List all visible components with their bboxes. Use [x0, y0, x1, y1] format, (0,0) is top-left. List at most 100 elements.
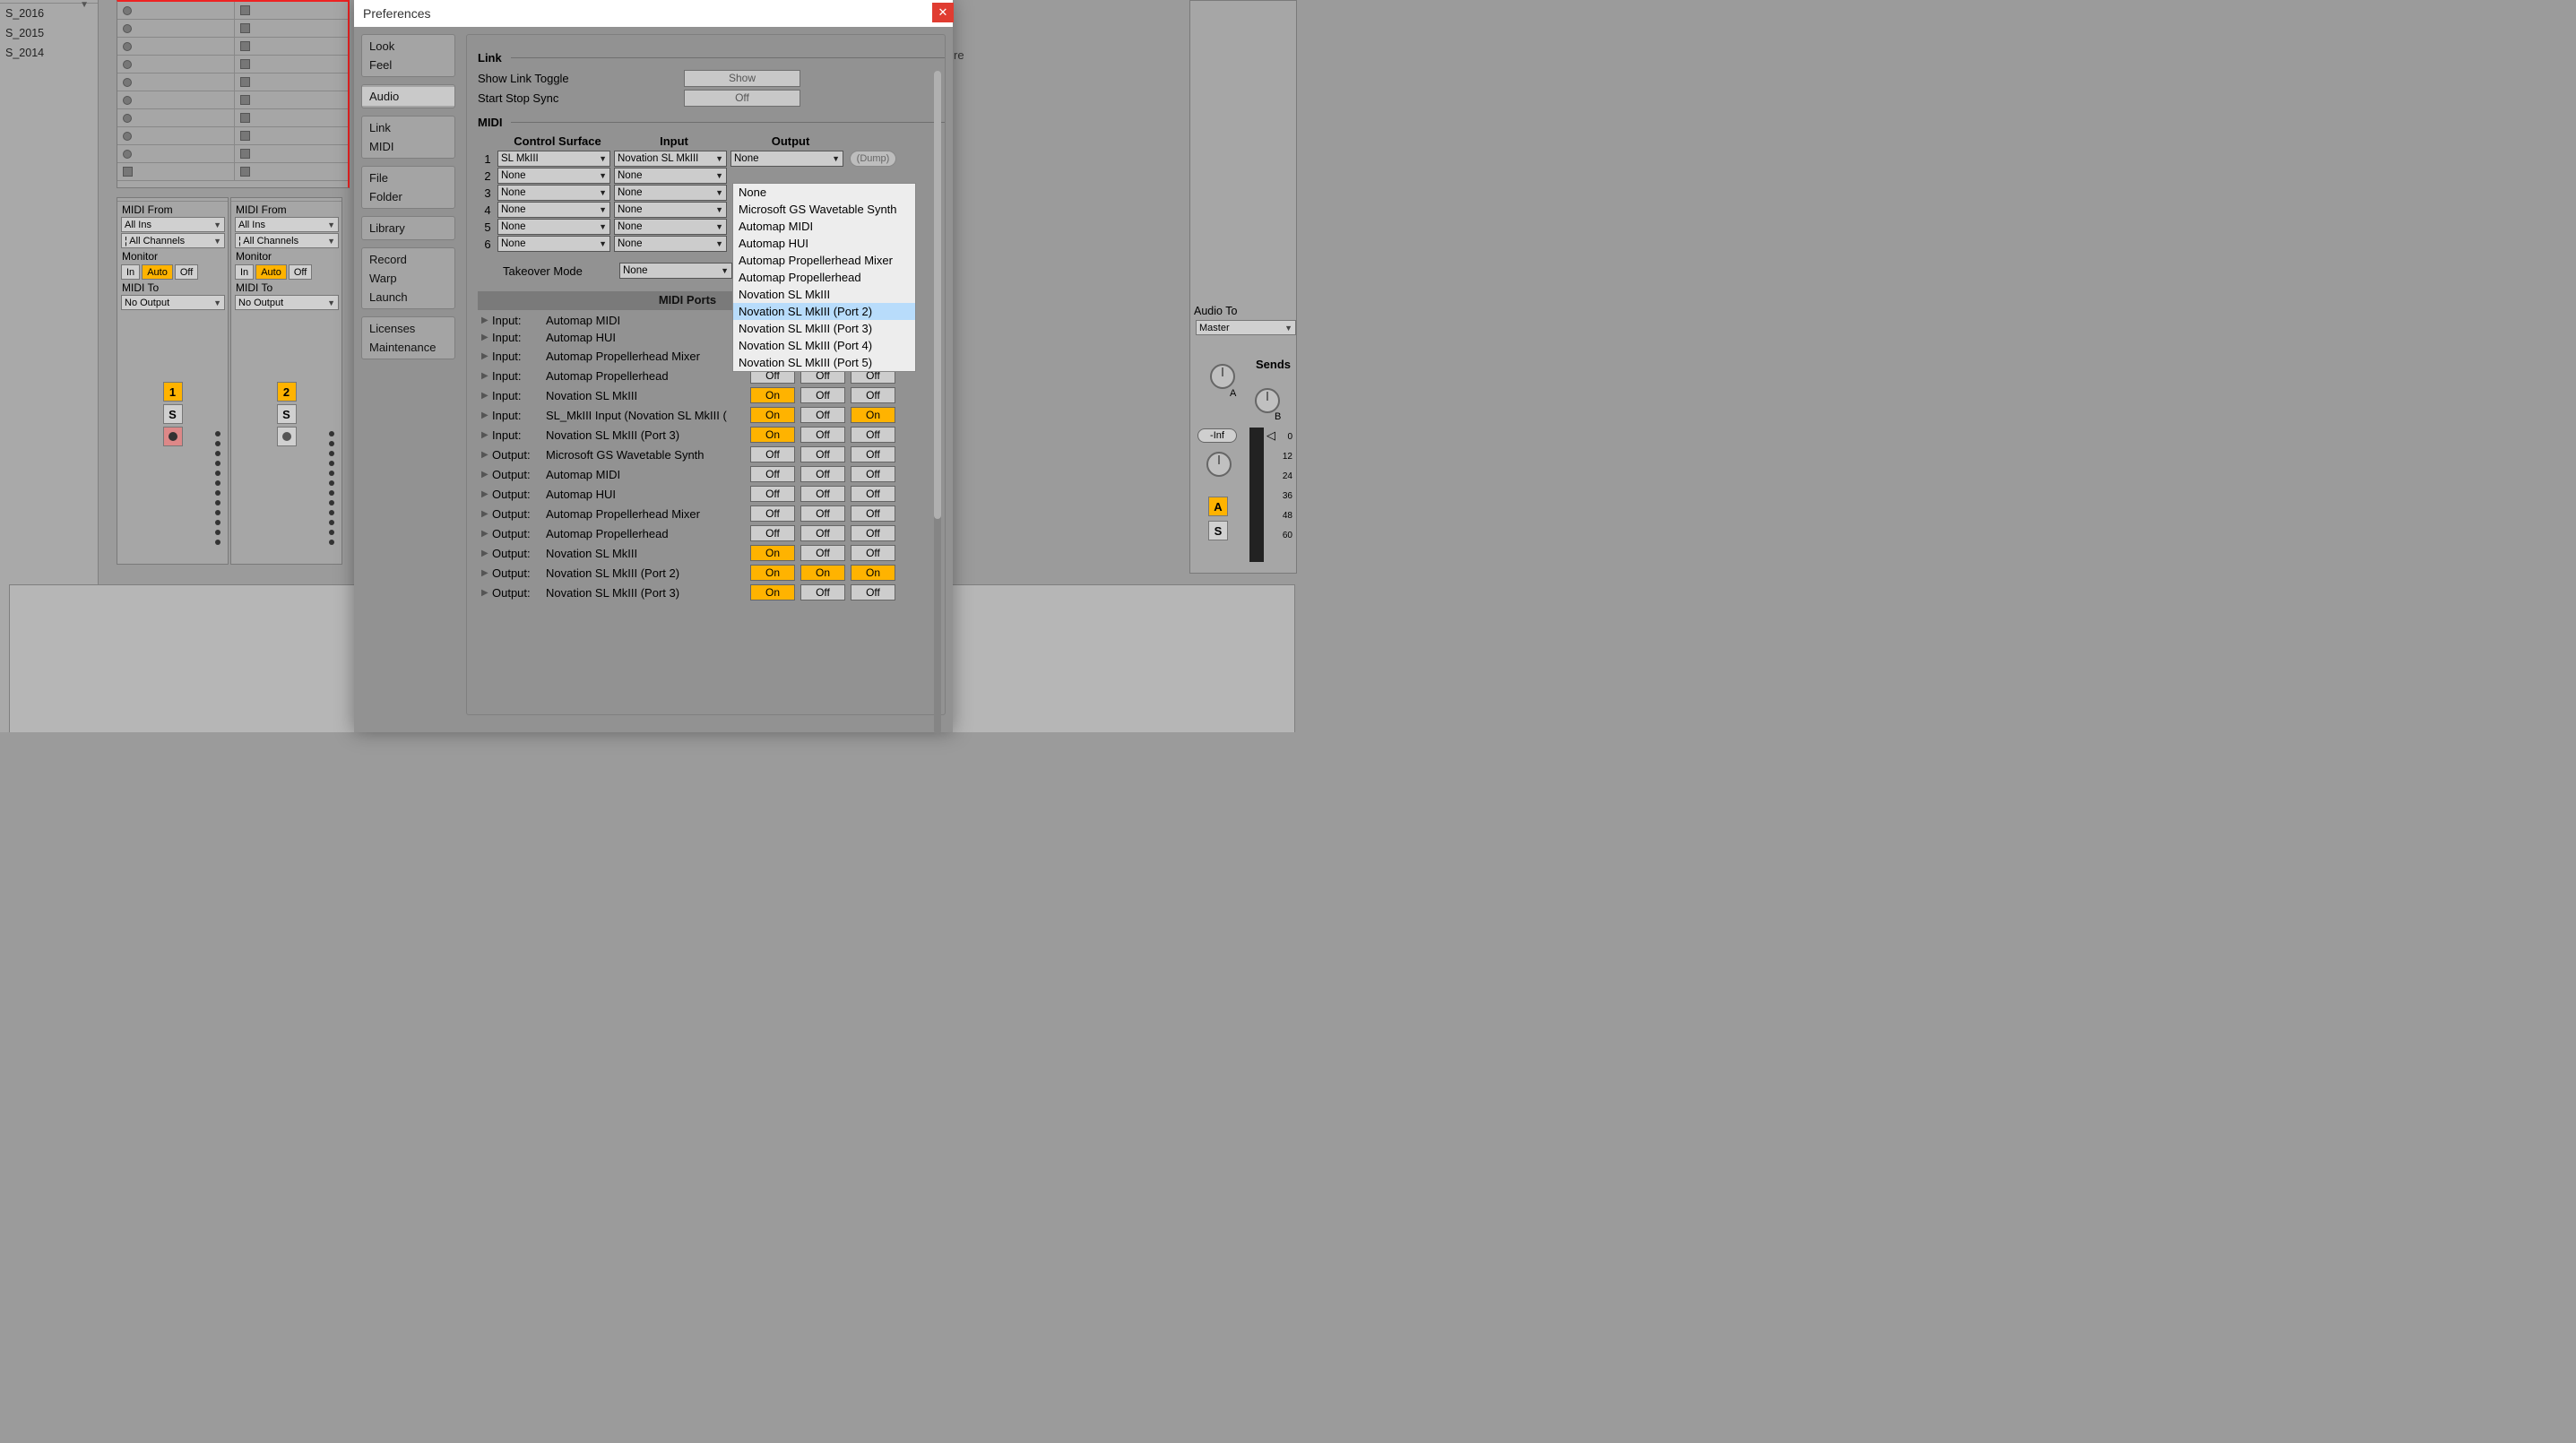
- control-surface-select[interactable]: SL MkIII▼: [497, 151, 610, 167]
- clip-play-icon[interactable]: [123, 24, 132, 33]
- port-toggle[interactable]: Off: [800, 407, 845, 423]
- expand-icon[interactable]: ▶: [478, 588, 492, 598]
- port-toggle[interactable]: Off: [851, 446, 895, 462]
- expand-icon[interactable]: ▶: [478, 509, 492, 519]
- prefs-tab-launch[interactable]: Launch: [362, 288, 454, 307]
- port-toggle[interactable]: Off: [800, 525, 845, 541]
- prefs-tab-warp[interactable]: Warp: [362, 269, 454, 288]
- arm-button[interactable]: [163, 427, 183, 446]
- port-toggle[interactable]: On: [750, 565, 795, 581]
- port-toggle[interactable]: Off: [800, 505, 845, 522]
- track-activator-button[interactable]: 1: [163, 382, 183, 402]
- midi-input-select[interactable]: All Ins▼: [235, 217, 339, 232]
- control-surface-select[interactable]: None▼: [497, 236, 610, 252]
- port-toggle[interactable]: Off: [851, 466, 895, 482]
- port-toggle[interactable]: Off: [750, 505, 795, 522]
- midi-channel-select[interactable]: ¦ All Channels▼: [121, 233, 225, 248]
- prefs-tab-midi[interactable]: MIDI: [362, 137, 454, 156]
- cs-input-select[interactable]: None▼: [614, 202, 727, 218]
- dropdown-option[interactable]: Microsoft GS Wavetable Synth: [733, 201, 915, 218]
- clip-play-icon[interactable]: [123, 114, 132, 123]
- expand-icon[interactable]: ▶: [478, 391, 492, 401]
- clip-stop-icon[interactable]: [240, 167, 250, 177]
- expand-icon[interactable]: ▶: [478, 568, 492, 578]
- peak-level-display[interactable]: -Inf: [1197, 428, 1237, 443]
- control-surface-select[interactable]: None▼: [497, 202, 610, 218]
- scrollbar-thumb[interactable]: [934, 71, 941, 519]
- track-activator-button[interactable]: 2: [277, 382, 297, 402]
- port-toggle[interactable]: Off: [800, 466, 845, 482]
- solo-button[interactable]: S: [163, 404, 183, 424]
- close-button[interactable]: ✕: [932, 3, 954, 22]
- port-toggle[interactable]: Off: [750, 486, 795, 502]
- clip-play-icon[interactable]: [123, 60, 132, 69]
- port-toggle[interactable]: Off: [851, 427, 895, 443]
- solo-button[interactable]: S: [1208, 521, 1228, 540]
- dropdown-option[interactable]: None: [733, 184, 915, 201]
- port-toggle[interactable]: Off: [800, 486, 845, 502]
- dropdown-option[interactable]: Novation SL MkIII (Port 3): [733, 320, 915, 337]
- dropdown-option[interactable]: Automap Propellerhead Mixer: [733, 252, 915, 269]
- expand-icon[interactable]: ▶: [478, 430, 492, 440]
- port-toggle[interactable]: Off: [851, 584, 895, 601]
- port-toggle[interactable]: On: [750, 584, 795, 601]
- prefs-tab-licenses[interactable]: Licenses: [362, 319, 454, 338]
- expand-icon[interactable]: ▶: [478, 470, 492, 480]
- dropdown-option[interactable]: Novation SL MkIII (Port 4): [733, 337, 915, 354]
- clip-stop-icon[interactable]: [123, 167, 133, 177]
- clip-stop-icon[interactable]: [240, 23, 250, 33]
- clip-play-icon[interactable]: [123, 96, 132, 105]
- audio-output-select[interactable]: Master▼: [1196, 320, 1296, 335]
- dropdown-option[interactable]: Automap Propellerhead: [733, 269, 915, 286]
- port-toggle[interactable]: Off: [851, 505, 895, 522]
- prefs-tab-file[interactable]: File: [362, 168, 454, 187]
- clip-play-icon[interactable]: [123, 150, 132, 159]
- clip-stop-icon[interactable]: [240, 131, 250, 141]
- output-dropdown-menu[interactable]: NoneMicrosoft GS Wavetable Synth Automap …: [732, 183, 916, 372]
- clip-stop-icon[interactable]: [240, 95, 250, 105]
- show-link-toggle-button[interactable]: Show: [684, 70, 800, 87]
- clip-play-icon[interactable]: [123, 42, 132, 51]
- arm-button[interactable]: [277, 427, 297, 446]
- expand-icon[interactable]: ▶: [478, 529, 492, 539]
- cs-input-select[interactable]: Novation SL MkIII▼: [614, 151, 727, 167]
- clip-play-icon[interactable]: [123, 132, 132, 141]
- expand-icon[interactable]: ▶: [478, 450, 492, 460]
- pan-knob[interactable]: [1206, 452, 1232, 477]
- port-toggle[interactable]: Off: [750, 466, 795, 482]
- dump-button[interactable]: (Dump): [850, 151, 896, 167]
- clip-stop-icon[interactable]: [240, 149, 250, 159]
- control-surface-select[interactable]: None▼: [497, 185, 610, 201]
- control-surface-select[interactable]: None▼: [497, 168, 610, 184]
- port-toggle[interactable]: Off: [800, 545, 845, 561]
- port-toggle[interactable]: On: [851, 565, 895, 581]
- expand-icon[interactable]: ▶: [478, 351, 492, 361]
- browser-folder[interactable]: S_2014: [0, 43, 98, 63]
- port-toggle[interactable]: Off: [851, 545, 895, 561]
- port-toggle[interactable]: On: [750, 545, 795, 561]
- prefs-tab-maintenance[interactable]: Maintenance: [362, 338, 454, 357]
- cs-input-select[interactable]: None▼: [614, 236, 727, 252]
- prefs-tab-library[interactable]: Library: [362, 219, 454, 238]
- port-toggle[interactable]: Off: [800, 387, 845, 403]
- port-toggle[interactable]: Off: [851, 387, 895, 403]
- browser-folder[interactable]: S_2015: [0, 23, 98, 43]
- port-toggle[interactable]: Off: [851, 525, 895, 541]
- expand-icon[interactable]: ▶: [478, 315, 492, 325]
- dropdown-option[interactable]: Novation SL MkIII (Port 5): [733, 354, 915, 371]
- monitor-in-button[interactable]: In: [235, 264, 254, 280]
- prefs-tab-audio[interactable]: Audio: [362, 87, 454, 106]
- midi-channel-select[interactable]: ¦ All Channels▼: [235, 233, 339, 248]
- control-surface-select[interactable]: None▼: [497, 219, 610, 235]
- port-toggle[interactable]: Off: [750, 446, 795, 462]
- midi-output-select[interactable]: No Output▼: [235, 295, 339, 310]
- port-toggle[interactable]: Off: [800, 584, 845, 601]
- expand-icon[interactable]: ▶: [478, 333, 492, 342]
- track-activator-button[interactable]: A: [1208, 497, 1228, 516]
- port-toggle[interactable]: Off: [800, 427, 845, 443]
- port-toggle[interactable]: Off: [851, 486, 895, 502]
- monitor-off-button[interactable]: Off: [175, 264, 198, 280]
- clip-stop-icon[interactable]: [240, 59, 250, 69]
- prefs-tab-link[interactable]: Link: [362, 118, 454, 137]
- cs-input-select[interactable]: None▼: [614, 219, 727, 235]
